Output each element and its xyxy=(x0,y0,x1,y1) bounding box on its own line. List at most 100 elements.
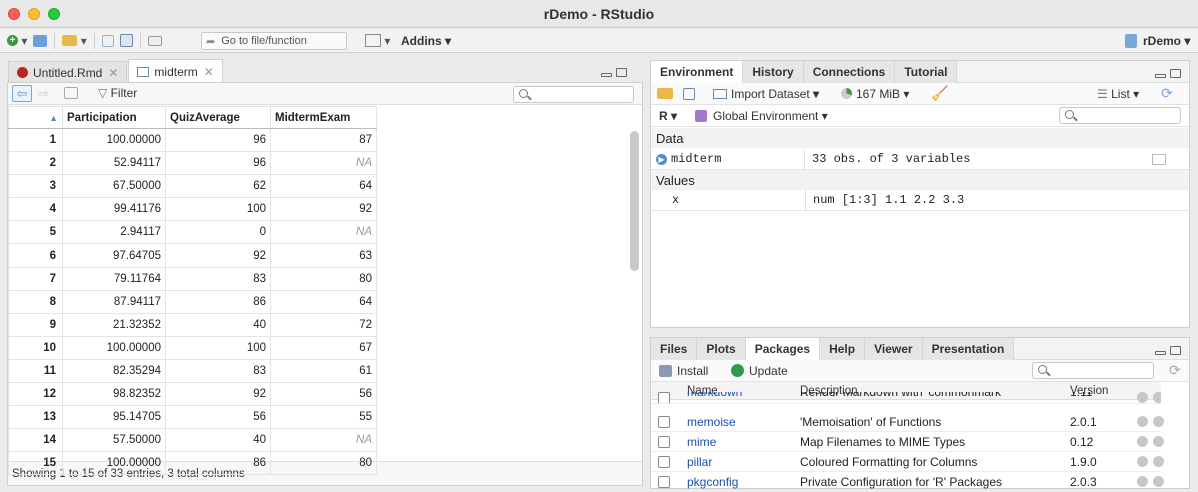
list-view-button[interactable]: ☰ List ▾ xyxy=(1097,87,1139,101)
package-name[interactable]: mime xyxy=(687,435,716,449)
forward-arrow-icon[interactable]: ⇨ xyxy=(38,86,49,102)
package-checkbox[interactable] xyxy=(658,392,670,403)
refresh-icon[interactable]: ⟳ xyxy=(1161,85,1173,102)
remove-package-icon[interactable] xyxy=(1153,436,1164,447)
table-cell: 83 xyxy=(165,266,271,291)
pane-layout-icon[interactable]: ▾ xyxy=(362,31,393,51)
tab-tutorial[interactable]: Tutorial xyxy=(895,61,958,83)
env-data-row[interactable]: ▶ midterm 33 obs. of 3 variables xyxy=(651,148,1189,170)
back-arrow-icon[interactable]: ⇦ xyxy=(12,85,32,102)
package-name[interactable]: markdown xyxy=(687,392,742,399)
table-cell: 100.00000 xyxy=(62,451,166,476)
table-scrollbar[interactable] xyxy=(630,131,639,271)
package-checkbox[interactable] xyxy=(658,475,670,488)
package-checkbox[interactable] xyxy=(658,435,670,448)
row-number: 13 xyxy=(8,405,63,430)
data-search-input[interactable] xyxy=(513,86,634,103)
table-cell: 56 xyxy=(165,405,271,430)
row-sort-header[interactable]: ▲ xyxy=(8,106,63,129)
memory-usage-button[interactable]: 167 MiB ▾ xyxy=(841,87,909,101)
globe-icon[interactable] xyxy=(1137,416,1148,427)
env-search-input[interactable] xyxy=(1059,107,1181,124)
package-actions xyxy=(1137,436,1164,447)
table-row: 14 57.50000 40 NA xyxy=(8,428,377,453)
globe-icon[interactable] xyxy=(1137,392,1148,403)
package-name[interactable]: pkgconfig xyxy=(687,475,738,489)
goto-file-input[interactable]: ➦ Go to file/function xyxy=(201,32,347,50)
save-icon[interactable] xyxy=(99,31,117,51)
table-cell: 100 xyxy=(165,197,271,222)
package-name[interactable]: memoise xyxy=(687,415,736,429)
update-button[interactable]: Update xyxy=(731,364,788,378)
new-project-icon[interactable] xyxy=(30,31,50,51)
remove-package-icon[interactable] xyxy=(1153,416,1164,427)
remove-package-icon[interactable] xyxy=(1153,456,1164,467)
env-values-row[interactable]: x num [1:3] 1.1 2.2 3.3 xyxy=(651,189,1189,211)
globe-icon[interactable] xyxy=(1137,456,1148,467)
minimize-pane-icon[interactable] xyxy=(601,73,612,77)
language-select[interactable]: R ▾ xyxy=(659,109,677,123)
close-window-button[interactable] xyxy=(8,8,20,20)
tab-viewer[interactable]: Viewer xyxy=(865,338,923,360)
tab-environment[interactable]: Environment xyxy=(651,61,744,83)
package-checkbox[interactable] xyxy=(658,455,670,468)
packages-search-input[interactable] xyxy=(1032,362,1154,379)
column-header[interactable]: Participation xyxy=(62,106,166,129)
tab-history[interactable]: History xyxy=(743,61,804,83)
zoom-window-button[interactable] xyxy=(48,8,60,20)
open-file-icon[interactable]: ▾ xyxy=(59,31,89,51)
minimize-pane-icon[interactable] xyxy=(1155,351,1166,355)
minimize-window-button[interactable] xyxy=(28,8,40,20)
tab-untitled-rmd[interactable]: Untitled.Rmd ✕ xyxy=(8,61,128,83)
tab-connections[interactable]: Connections xyxy=(803,61,896,83)
scope-select[interactable]: Global Environment ▾ xyxy=(695,109,828,123)
new-file-icon[interactable]: + ▾ xyxy=(4,31,30,51)
package-name[interactable]: pillar xyxy=(687,455,712,469)
tab-packages[interactable]: Packages xyxy=(745,338,821,360)
row-number: 15 xyxy=(8,451,63,476)
tab-midterm[interactable]: midterm ✕ xyxy=(128,59,223,83)
close-tab-icon[interactable]: ✕ xyxy=(204,65,214,79)
row-number: 5 xyxy=(8,220,63,245)
addins-menu[interactable]: Addins ▾ xyxy=(398,31,454,51)
table-cell: 80 xyxy=(270,451,377,476)
env-window-buttons xyxy=(1155,69,1181,78)
column-header[interactable]: QuizAverage xyxy=(165,106,271,129)
import-dataset-button[interactable]: Import Dataset ▾ xyxy=(713,87,819,101)
package-checkbox[interactable] xyxy=(658,415,670,428)
scope-label: Global Environment xyxy=(713,109,819,123)
table-cell: 52.94117 xyxy=(62,151,166,176)
popout-icon[interactable] xyxy=(64,87,78,99)
maximize-pane-icon[interactable] xyxy=(1170,346,1181,355)
package-description: Render Markdown with 'commonmark' xyxy=(800,392,1004,399)
tab-plots[interactable]: Plots xyxy=(697,338,746,360)
save-all-icon[interactable] xyxy=(117,31,136,51)
refresh-packages-icon[interactable]: ⟳ xyxy=(1169,362,1181,379)
package-row: pillar Coloured Formatting for Columns 1.9… xyxy=(651,452,1164,472)
table-row: 11 82.35294 83 61 xyxy=(8,358,377,384)
load-workspace-icon[interactable] xyxy=(657,88,673,99)
table-cell: 83 xyxy=(165,358,271,384)
tab-help[interactable]: Help xyxy=(820,338,866,360)
install-button[interactable]: Install xyxy=(659,364,708,378)
tab-files[interactable]: Files xyxy=(651,338,698,360)
view-data-icon[interactable] xyxy=(1152,153,1166,165)
remove-package-icon[interactable] xyxy=(1153,476,1164,487)
maximize-pane-icon[interactable] xyxy=(616,68,627,77)
package-version: 1.9.0 xyxy=(1070,454,1097,469)
package-description: Private Configuration for 'R' Packages xyxy=(800,474,1003,489)
tab-presentation[interactable]: Presentation xyxy=(922,338,1015,360)
expand-icon[interactable]: ▶ xyxy=(656,153,667,165)
globe-icon[interactable] xyxy=(1137,476,1148,487)
close-tab-icon[interactable]: ✕ xyxy=(108,66,118,80)
minimize-pane-icon[interactable] xyxy=(1155,74,1166,78)
save-workspace-icon[interactable] xyxy=(683,88,695,100)
maximize-pane-icon[interactable] xyxy=(1170,69,1181,78)
globe-icon[interactable] xyxy=(1137,436,1148,447)
print-icon[interactable] xyxy=(145,31,165,51)
column-header[interactable]: MidtermExam xyxy=(270,106,377,129)
project-menu[interactable]: rDemo ▾ xyxy=(1122,31,1193,51)
clear-broom-icon[interactable]: 🧹 xyxy=(931,85,948,102)
remove-package-icon[interactable] xyxy=(1153,392,1161,403)
filter-button[interactable]: ▽ Filter xyxy=(98,86,137,100)
